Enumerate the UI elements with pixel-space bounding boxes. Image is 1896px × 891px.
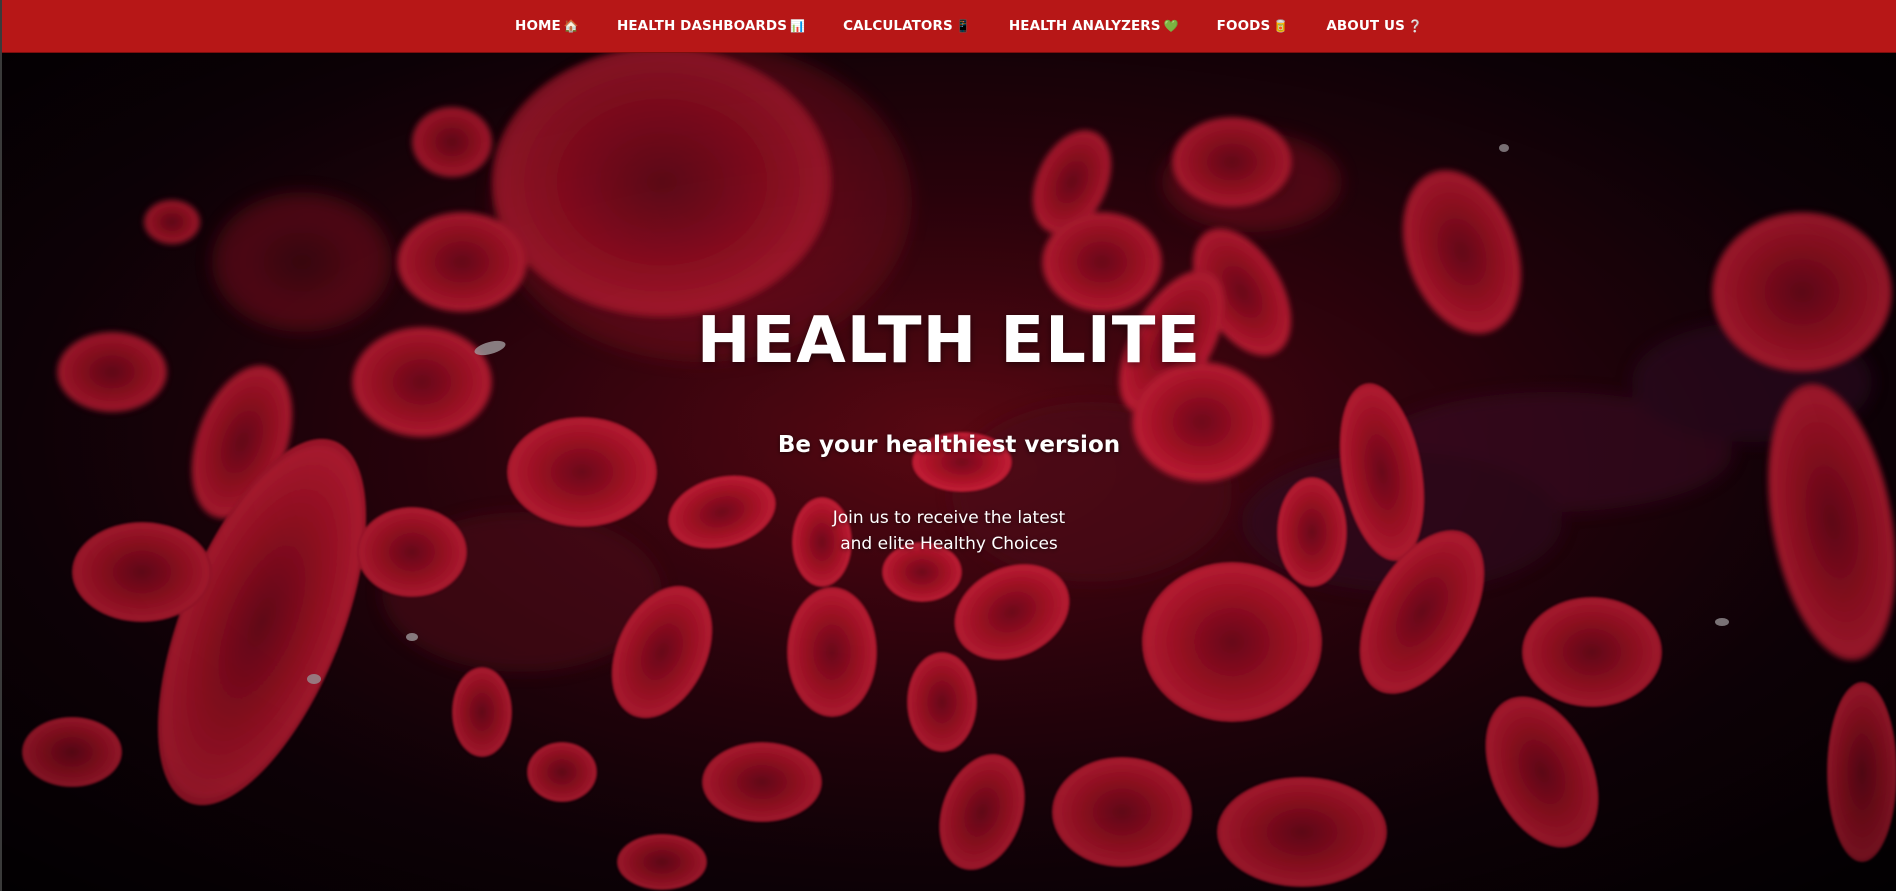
- nav-item-health-dashboards[interactable]: HEALTH DASHBOARDS 📊: [617, 18, 805, 34]
- top-navbar: HOME 🏠 HEALTH DASHBOARDS 📊 CALCULATORS 📱…: [2, 0, 1896, 53]
- hero-tagline: Join us to receive the latest and elite …: [2, 505, 1896, 557]
- nav-item-label: ABOUT US: [1326, 18, 1405, 34]
- nav-menu: HOME 🏠 HEALTH DASHBOARDS 📊 CALCULATORS 📱…: [515, 18, 1423, 34]
- nav-item-health-analyzers[interactable]: HEALTH ANALYZERS 💚: [1009, 18, 1179, 34]
- calculator-icon: 📱: [955, 19, 971, 33]
- nav-item-calculators[interactable]: CALCULATORS 📱: [843, 18, 971, 34]
- nav-item-label: HEALTH DASHBOARDS: [616, 18, 788, 34]
- nav-item-about-us[interactable]: ABOUT US ❔: [1326, 18, 1423, 34]
- nav-item-label: HEALTH ANALYZERS: [1008, 18, 1161, 34]
- nav-item-label: HOME: [515, 18, 561, 34]
- window-edge: [0, 0, 2, 891]
- house-icon: 🏠: [563, 19, 579, 33]
- food-can-icon: 🥫: [1273, 19, 1289, 33]
- question-mark-icon: ❔: [1407, 19, 1423, 33]
- hero-subtitle: Be your healthiest version: [777, 432, 1121, 458]
- page: HOME 🏠 HEALTH DASHBOARDS 📊 CALCULATORS 📱…: [0, 0, 1896, 891]
- nav-item-foods[interactable]: FOODS 🥫: [1217, 18, 1289, 34]
- nav-item-home[interactable]: HOME 🏠: [515, 18, 579, 34]
- hero-tagline-line2: and elite Healthy Choices: [840, 534, 1058, 554]
- hero-tagline-line1: Join us to receive the latest: [832, 508, 1066, 528]
- nav-item-label: FOODS: [1216, 18, 1271, 34]
- hero-title: HEALTH ELITE: [696, 304, 1202, 378]
- bar-chart-icon: 📊: [790, 19, 806, 33]
- nav-item-label: CALCULATORS: [843, 18, 953, 34]
- green-heart-icon: 💚: [1163, 19, 1179, 33]
- hero-content: HEALTH ELITE Be your healthiest version …: [2, 52, 1896, 891]
- hero-section: HEALTH ELITE Be your healthiest version …: [2, 52, 1896, 891]
